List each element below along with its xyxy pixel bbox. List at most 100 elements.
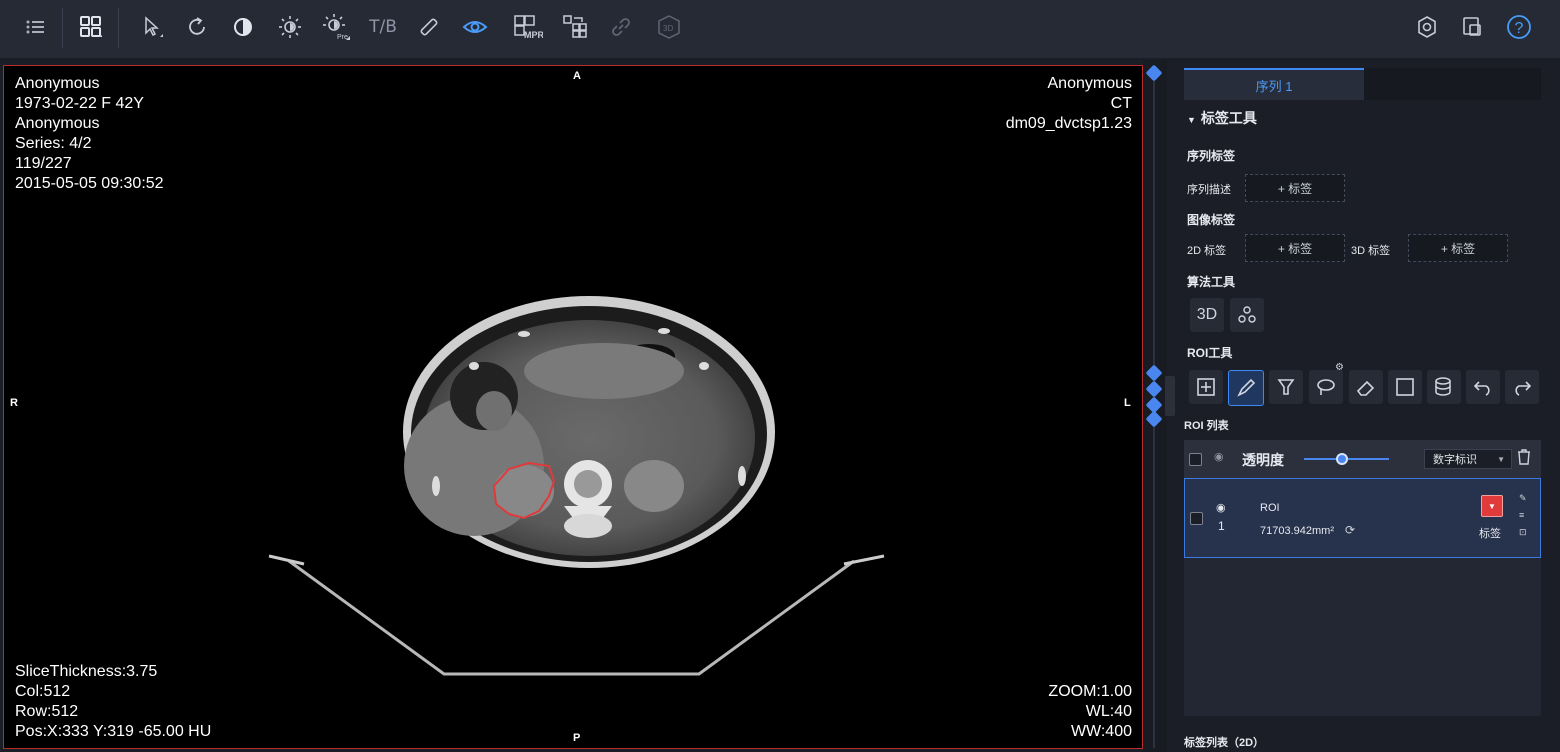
menu-icon[interactable]: ≡ — [1519, 510, 1524, 520]
overlay-line: ZOOM:1.00 — [1048, 683, 1132, 700]
cluster-icon[interactable] — [1230, 298, 1264, 332]
select-value: 数字标识 — [1433, 454, 1477, 466]
right-panel: 序列 1 ▼ 标签工具 序列标签 序列描述 + 标签 图像标签 2D 标签 + 标… — [1175, 60, 1560, 752]
slice-marker[interactable] — [1145, 364, 1163, 382]
eye-icon[interactable] — [460, 12, 490, 42]
layout-grid-icon[interactable] — [76, 12, 106, 42]
ct-slice-image — [268, 296, 885, 676]
roi-color-swatch[interactable]: ▼ — [1481, 495, 1503, 517]
collapse-triangle-icon: ▼ — [1187, 115, 1196, 125]
brightness-icon[interactable] — [275, 12, 305, 42]
invert-icon[interactable] — [228, 12, 258, 42]
opacity-slider-thumb[interactable] — [1336, 453, 1348, 465]
overlay-line: dm09_dvctsp1.23 — [1005, 115, 1132, 132]
grid-swap-icon[interactable] — [560, 12, 590, 42]
orientation-top: A — [573, 70, 581, 82]
add-3d-tag-button[interactable]: + 标签 — [1408, 234, 1508, 262]
overlay-line: 1973-02-22 F 42Y — [15, 95, 144, 112]
image-tags-title: 图像标签 — [1187, 213, 1236, 227]
pointer-icon[interactable] — [137, 12, 167, 42]
roi-name: ROI — [1260, 502, 1280, 514]
export-icon[interactable] — [1458, 12, 1488, 42]
roi-lasso-icon[interactable] — [1309, 370, 1343, 404]
label-mode-select[interactable]: 数字标识 ▼ — [1424, 449, 1512, 469]
help-icon[interactable]: ? — [1504, 12, 1534, 42]
main-toolbar: Pre T/B MPR 3D ? — [0, 0, 1560, 58]
settings-icon[interactable] — [1412, 12, 1442, 42]
overlay-line: Row:512 — [15, 703, 79, 720]
roi-list-item[interactable]: ◉ 1 ROI 71703.942mm² ⟳ ▼ 标签 ✎ ≡ ⊡ — [1184, 478, 1541, 558]
mpr-label: MPR — [524, 30, 543, 40]
overlay-line: 119/227 — [15, 155, 72, 172]
roi-tools-title: ROI工具 — [1187, 346, 1233, 360]
eye-toggle-icon[interactable]: ◉ — [1214, 450, 1224, 463]
roi-funnel-icon[interactable] — [1269, 370, 1303, 404]
panel-collapse-handle[interactable] — [1165, 376, 1175, 416]
rotate-icon[interactable] — [182, 12, 212, 42]
algo-tools-title: 算法工具 — [1187, 275, 1236, 289]
roi-list-empty-area — [1184, 558, 1541, 716]
3d-badge: 3D — [663, 24, 673, 33]
overlay-line: CT — [1110, 95, 1132, 112]
chevron-down-icon: ▼ — [1497, 454, 1505, 464]
slice-info-overlay: SliceThickness:3.75 Col:512 Row:512 Pos:… — [15, 662, 211, 742]
roi-index: 1 — [1218, 519, 1225, 533]
series-desc-label: 序列描述 — [1187, 184, 1231, 196]
roi-rectangle-icon[interactable] — [1388, 370, 1422, 404]
tb-toggle[interactable]: T/B — [366, 12, 400, 42]
roi-list-header: ◉ 透明度 数字标识 ▼ — [1184, 440, 1541, 478]
mpr-icon[interactable]: MPR — [510, 12, 544, 42]
slice-scrollbar[interactable] — [1143, 60, 1167, 752]
overlay-line: WW:400 — [1070, 723, 1132, 740]
overlay-line: 2015-05-05 09:30:52 — [15, 175, 164, 192]
chevron-down-icon: ▼ — [1488, 501, 1496, 511]
study-info-overlay: Anonymous CT dm09_dvctsp1.23 — [1006, 74, 1132, 134]
3d-icon[interactable]: 3D — [654, 12, 684, 42]
roi-list-title: ROI 列表 — [1184, 420, 1229, 432]
select-all-checkbox[interactable] — [1189, 453, 1202, 466]
tag-3d-label: 3D 标签 — [1351, 245, 1391, 257]
section-title: 标签工具 — [1200, 110, 1257, 126]
edit-icon[interactable]: ✎ — [1519, 493, 1527, 504]
algo-3d-button[interactable]: 3D — [1190, 298, 1224, 332]
orientation-bottom: P — [573, 732, 581, 744]
overlay-line: Col:512 — [15, 683, 71, 700]
add-2d-tag-button[interactable]: + 标签 — [1245, 234, 1345, 262]
overlay-line: SliceThickness:3.75 — [15, 663, 158, 680]
refresh-icon[interactable]: ⟳ — [1345, 523, 1355, 537]
measure-ruler-icon[interactable] — [414, 12, 444, 42]
roi-tag-label[interactable]: 标签 — [1479, 525, 1501, 541]
zoom-to-icon[interactable]: ⊡ — [1519, 527, 1527, 538]
link-icon[interactable] — [606, 12, 636, 42]
redo-icon[interactable] — [1505, 370, 1539, 404]
tag-list-title: 标签列表（2D） — [1184, 737, 1265, 749]
orientation-right: L — [1124, 397, 1131, 409]
opacity-label: 透明度 — [1242, 452, 1284, 468]
roi-add-box-icon[interactable] — [1189, 370, 1223, 404]
current-slice-marker[interactable] — [1145, 410, 1163, 428]
image-viewport[interactable]: Anonymous 1973-02-22 F 42Y Anonymous Ser… — [3, 65, 1143, 749]
overlay-line: WL:40 — [1085, 703, 1132, 720]
section-label-tools[interactable]: ▼ 标签工具 — [1187, 108, 1257, 128]
slice-marker[interactable] — [1145, 64, 1163, 82]
orientation-left: R — [10, 397, 18, 409]
roi-brush-icon[interactable] — [1228, 370, 1264, 406]
overlay-line: Series: 4/2 — [15, 135, 92, 152]
roi-eraser-icon[interactable] — [1349, 370, 1383, 404]
brightness-preset-icon[interactable]: Pre — [321, 12, 351, 42]
slice-marker[interactable] — [1145, 380, 1163, 398]
roi-checkbox[interactable] — [1190, 512, 1203, 525]
roi-visibility-icon[interactable]: ◉ — [1216, 501, 1226, 514]
series-tabs: 序列 1 — [1184, 68, 1541, 100]
svg-text:?: ? — [1515, 20, 1524, 37]
roi-database-icon[interactable] — [1427, 370, 1461, 404]
add-series-tag-button[interactable]: + 标签 — [1245, 174, 1345, 202]
overlay-line: Anonymous — [1047, 75, 1133, 92]
overlay-line: Pos:X:333 Y:319 -65.00 HU — [15, 723, 212, 740]
delete-icon[interactable] — [1516, 448, 1532, 471]
undo-icon[interactable] — [1466, 370, 1500, 404]
tab-series-1[interactable]: 序列 1 — [1184, 68, 1364, 100]
list-icon[interactable] — [20, 12, 50, 42]
patient-info-overlay: Anonymous 1973-02-22 F 42Y Anonymous Ser… — [15, 74, 164, 194]
roi-area: 71703.942mm² — [1260, 525, 1334, 537]
